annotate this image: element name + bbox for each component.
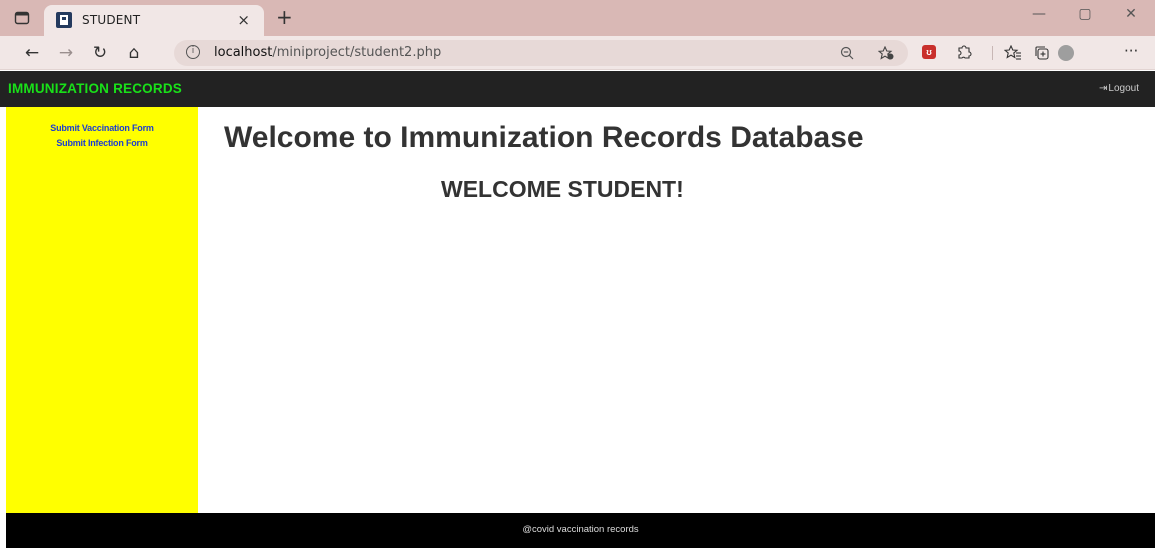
zoom-out-icon[interactable]: [840, 46, 854, 60]
browser-tab-strip: STUDENT × + — ▢ ✕: [0, 0, 1155, 36]
new-tab-icon[interactable]: +: [276, 5, 293, 29]
sidebar: Submit Vaccination Form Submit Infection…: [6, 107, 198, 513]
browser-tab-active[interactable]: STUDENT ×: [44, 5, 264, 36]
collections-icon[interactable]: [1034, 45, 1050, 61]
url-text[interactable]: localhost/miniproject/student2.php: [214, 45, 441, 60]
url-host: localhost: [214, 45, 273, 60]
extension-icon[interactable]: ʊ: [922, 45, 936, 59]
welcome-heading: WELCOME STUDENT!: [441, 176, 684, 202]
logout-label: Logout: [1108, 83, 1139, 94]
minimize-icon[interactable]: —: [1016, 6, 1062, 30]
site-info-icon[interactable]: i: [186, 45, 200, 59]
logout-icon: ⇥: [1099, 83, 1108, 94]
page-favicon-icon: [56, 12, 72, 28]
more-menu-icon[interactable]: ···: [1124, 42, 1138, 60]
add-favorite-icon[interactable]: [878, 46, 894, 60]
site-footer: @covid vaccination records: [6, 513, 1155, 548]
profile-icon[interactable]: [1058, 45, 1074, 61]
tab-close-icon[interactable]: ×: [237, 11, 250, 29]
url-path: /miniproject/student2.php: [272, 45, 442, 60]
sidebar-item-vaccination-form[interactable]: Submit Vaccination Form: [6, 123, 198, 133]
forward-icon[interactable]: →: [56, 43, 76, 63]
refresh-icon[interactable]: ↻: [90, 43, 110, 63]
extensions-icon[interactable]: [956, 45, 972, 61]
footer-text: @covid vaccination records: [522, 524, 639, 535]
close-window-icon[interactable]: ✕: [1108, 6, 1154, 30]
back-icon[interactable]: ←: [22, 43, 42, 63]
site-brand[interactable]: IMMUNIZATION RECORDS: [8, 81, 182, 96]
address-bar[interactable]: i localhost/miniproject/student2.php: [174, 40, 908, 66]
tab-actions-icon[interactable]: [14, 10, 30, 26]
maximize-icon[interactable]: ▢: [1062, 6, 1108, 30]
favorites-icon[interactable]: [1004, 45, 1022, 61]
toolbar-separator: [992, 46, 993, 60]
logout-link[interactable]: ⇥Logout: [1099, 83, 1139, 94]
site-navbar: IMMUNIZATION RECORDS ⇥Logout: [0, 71, 1155, 107]
sidebar-item-infection-form[interactable]: Submit Infection Form: [6, 138, 198, 148]
home-icon[interactable]: ⌂: [124, 43, 144, 63]
tab-title: STUDENT: [82, 13, 141, 27]
page-title: Welcome to Immunization Records Database: [224, 121, 864, 154]
browser-toolbar: ← → ↻ ⌂ i localhost/miniproject/student2…: [0, 36, 1155, 70]
